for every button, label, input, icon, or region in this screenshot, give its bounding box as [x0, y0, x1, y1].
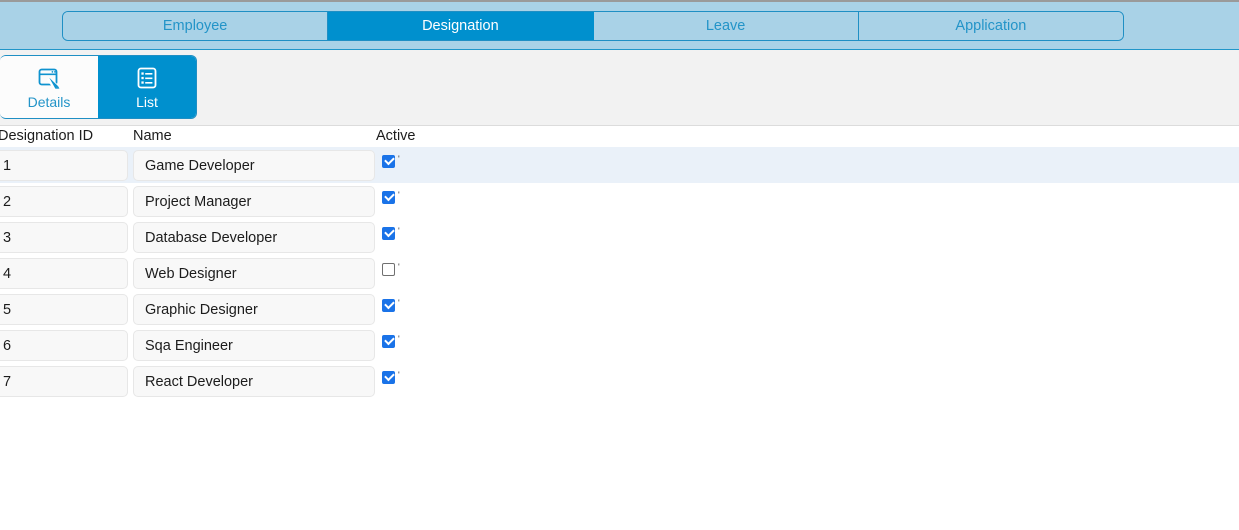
active-checkbox[interactable] — [382, 299, 395, 312]
cell-active: ' — [382, 335, 400, 348]
cell-name[interactable]: Game Developer — [133, 150, 375, 181]
cell-name[interactable]: Project Manager — [133, 186, 375, 217]
tab-employee[interactable]: Employee — [63, 12, 329, 40]
row-marker: ' — [398, 334, 400, 344]
active-checkbox[interactable] — [382, 191, 395, 204]
column-header-active: Active — [376, 128, 416, 144]
active-checkbox[interactable] — [382, 371, 395, 384]
tab-application[interactable]: Application — [858, 12, 1123, 40]
active-checkbox[interactable] — [382, 227, 395, 240]
list-view-label: List — [136, 94, 158, 110]
active-checkbox[interactable] — [382, 263, 395, 276]
view-toolbar: Details List — [0, 50, 1239, 126]
row-marker: ' — [398, 154, 400, 164]
list-view-button[interactable]: List — [98, 56, 196, 118]
view-mode-segmented-control: Details List — [0, 55, 197, 119]
cell-active: ' — [382, 299, 400, 312]
cell-active: ' — [382, 155, 400, 168]
details-view-label: Details — [27, 94, 71, 110]
row-marker: ' — [398, 262, 400, 272]
cell-designation-id[interactable]: 3 — [0, 222, 128, 253]
table-row[interactable]: 1 Game Developer ' — [0, 147, 1239, 183]
active-checkbox[interactable] — [382, 335, 395, 348]
cell-active: ' — [382, 227, 400, 240]
table-row[interactable]: 3 Database Developer ' — [0, 219, 1239, 255]
tab-label: Employee — [162, 17, 228, 34]
cell-designation-id[interactable]: 7 — [0, 366, 128, 397]
row-marker: ' — [398, 226, 400, 236]
tab-designation[interactable]: Designation — [328, 12, 594, 40]
cell-designation-id[interactable]: 6 — [0, 330, 128, 361]
cell-name[interactable]: Graphic Designer — [133, 294, 375, 325]
cell-active: ' — [382, 371, 400, 384]
table-row[interactable]: 4 Web Designer ' — [0, 255, 1239, 291]
table-row[interactable]: 5 Graphic Designer ' — [0, 291, 1239, 327]
cell-name[interactable]: Web Designer — [133, 258, 375, 289]
column-header-designation-id: Designation ID — [0, 128, 94, 144]
cell-name[interactable]: Database Developer — [133, 222, 375, 253]
table-row[interactable]: 2 Project Manager ' — [0, 183, 1239, 219]
tab-label: Designation — [422, 17, 499, 34]
cell-active: ' — [382, 263, 400, 276]
column-header-name: Name — [133, 128, 172, 144]
cell-designation-id[interactable]: 4 — [0, 258, 128, 289]
main-tab-group: Employee Designation Leave Application — [62, 11, 1124, 41]
active-checkbox[interactable] — [382, 155, 395, 168]
tab-leave[interactable]: Leave — [593, 12, 859, 40]
cell-name[interactable]: React Developer — [133, 366, 375, 397]
cell-designation-id[interactable]: 5 — [0, 294, 128, 325]
cell-designation-id[interactable]: 1 — [0, 150, 128, 181]
app-root: Employee Designation Leave Application De — [0, 0, 1239, 530]
tab-label: Application — [955, 17, 1027, 34]
cell-active: ' — [382, 191, 400, 204]
table-body: 1 Game Developer ' 2 Project Manager ' 3 Databa… — [0, 147, 1239, 399]
cell-designation-id[interactable]: 2 — [0, 186, 128, 217]
row-marker: ' — [398, 370, 400, 380]
cell-name[interactable]: Sqa Engineer — [133, 330, 375, 361]
details-view-button[interactable]: Details — [0, 56, 98, 118]
window-edit-icon — [36, 65, 62, 91]
row-marker: ' — [398, 190, 400, 200]
row-marker: ' — [398, 298, 400, 308]
table-row[interactable]: 6 Sqa Engineer ' — [0, 327, 1239, 363]
tab-label: Leave — [705, 17, 746, 34]
table-row[interactable]: 7 React Developer ' — [0, 363, 1239, 399]
list-icon — [134, 65, 160, 91]
table-header-row: Designation ID Name Active — [0, 126, 1239, 147]
main-tab-strip: Employee Designation Leave Application — [0, 2, 1239, 50]
designation-table: Designation ID Name Active 1 Game Develop… — [0, 126, 1239, 399]
